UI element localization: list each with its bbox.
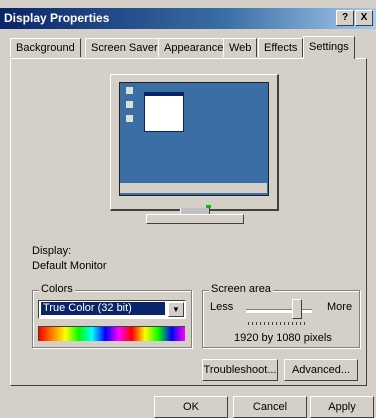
tab-effects[interactable]: Effects: [258, 38, 304, 57]
slider-ticks: [248, 322, 308, 325]
desktop-icon: [126, 87, 133, 94]
desktop-icon: [126, 115, 133, 122]
cancel-button[interactable]: Cancel: [233, 396, 307, 418]
ok-button[interactable]: OK: [154, 396, 228, 418]
tab-web[interactable]: Web: [223, 38, 258, 57]
tab-background[interactable]: Background: [10, 38, 81, 57]
monitor-screen: [119, 82, 269, 196]
display-properties-window: Display Properties ? X Background Screen…: [0, 0, 376, 418]
tab-appearance[interactable]: Appearance: [158, 38, 230, 57]
power-led-icon: [206, 205, 211, 208]
monitor-stand-base: [146, 214, 244, 224]
close-button[interactable]: X: [355, 10, 373, 26]
color-spectrum-bar: [38, 326, 185, 341]
window-title: Display Properties: [4, 11, 110, 25]
preview-window: [144, 92, 184, 132]
slider-more-label: More: [327, 301, 353, 313]
chevron-down-icon[interactable]: ▼: [168, 302, 184, 317]
slider-less-label: Less: [210, 301, 234, 313]
screen-area-group-label: Screen area: [209, 283, 273, 295]
title-bar[interactable]: Display Properties ? X: [0, 8, 376, 29]
help-button[interactable]: ?: [336, 10, 354, 26]
resolution-slider-thumb[interactable]: [292, 299, 302, 319]
tab-screen-saver[interactable]: Screen Saver: [85, 38, 164, 57]
apply-button[interactable]: Apply: [310, 396, 374, 418]
preview-window-titlebar: [145, 93, 183, 96]
desktop-icon: [126, 101, 133, 108]
monitor-name: Default Monitor: [32, 260, 107, 272]
preview-taskbar: [120, 183, 267, 193]
color-quality-value: True Color (32 bit): [41, 302, 165, 315]
resolution-slider-track[interactable]: [246, 309, 312, 313]
resolution-text: 1920 by 1080 pixels: [234, 332, 332, 344]
tab-strip: Background Screen Saver Appearance Web E…: [10, 36, 366, 59]
troubleshoot-button[interactable]: Troubleshoot...: [202, 359, 278, 381]
tab-settings[interactable]: Settings: [303, 36, 355, 59]
advanced-button[interactable]: Advanced...: [284, 359, 358, 381]
display-label: Display:: [32, 245, 72, 257]
colors-group-label: Colors: [39, 283, 75, 295]
color-quality-select[interactable]: True Color (32 bit) ▼: [38, 300, 186, 319]
